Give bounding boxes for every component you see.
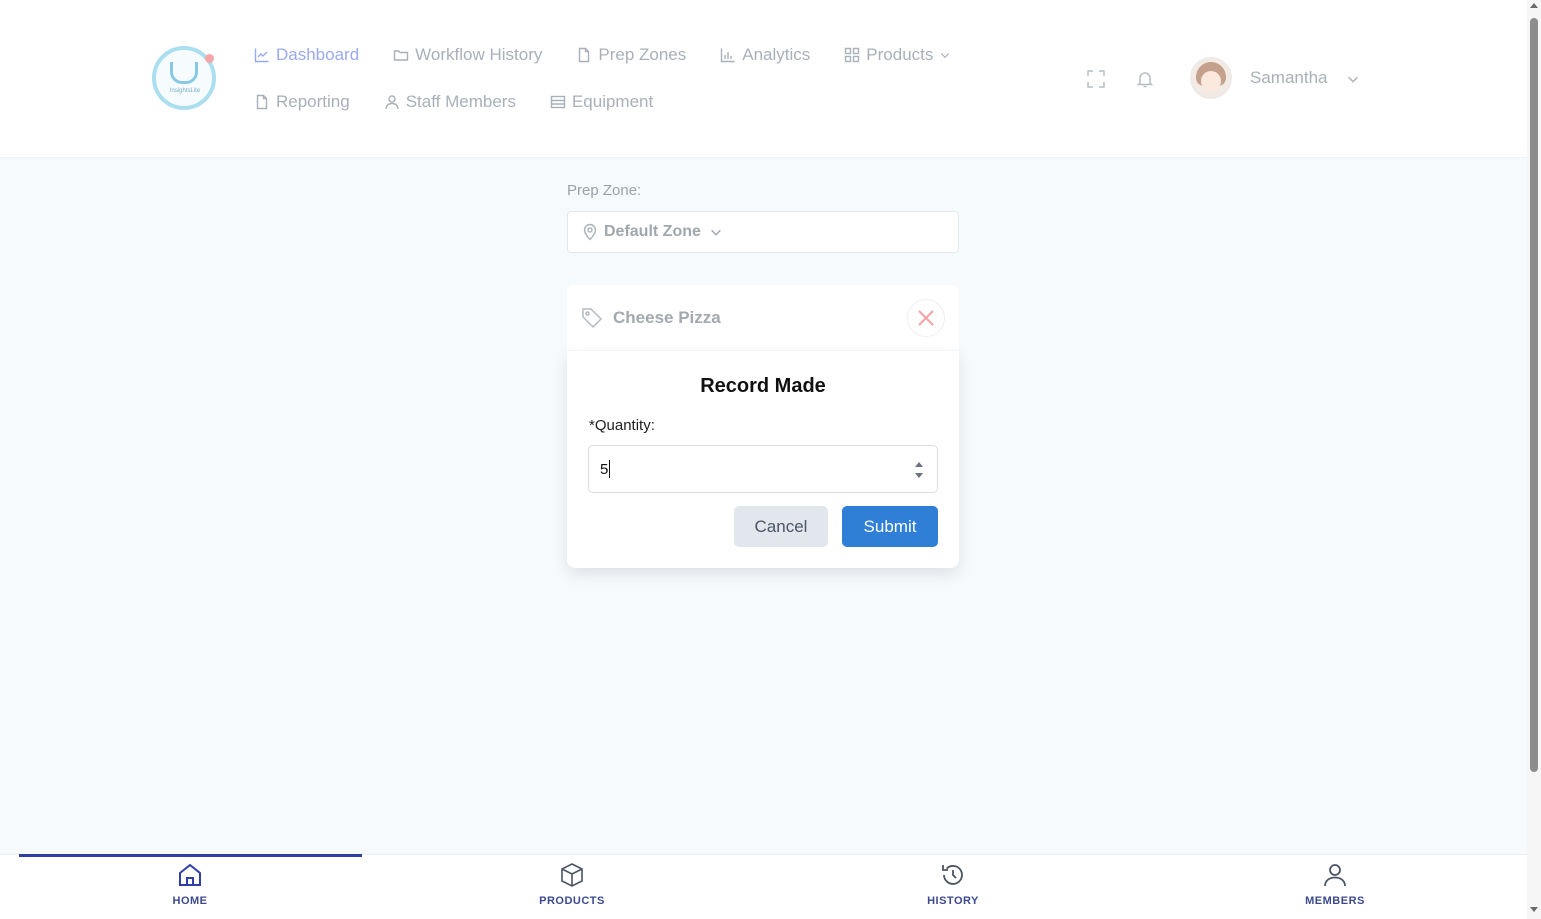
nav-equipment-label: Equipment	[571, 92, 654, 111]
line-chart-icon	[254, 48, 269, 63]
fullscreen-icon[interactable]	[1086, 69, 1106, 89]
quantity-value: 5	[600, 460, 609, 478]
nav-row-1: Dashboard Workflow History Prep Zones An…	[254, 40, 994, 70]
bottom-nav-home[interactable]: HOME	[130, 861, 250, 907]
nav-products[interactable]: Products	[844, 45, 957, 65]
tag-icon	[582, 307, 603, 328]
scroll-up-icon[interactable]	[1530, 3, 1538, 8]
bottom-nav-history[interactable]: HISTORY	[893, 861, 1013, 907]
document-icon	[579, 47, 590, 63]
close-icon	[918, 310, 934, 326]
submit-button[interactable]: Submit	[842, 506, 938, 547]
user-icon	[1324, 864, 1346, 887]
active-tab-indicator	[19, 854, 362, 857]
nav-dashboard-label: Dashboard	[276, 45, 360, 64]
bell-icon[interactable]	[1135, 69, 1155, 89]
bottom-nav-home-label: HOME	[172, 895, 208, 907]
scroll-down-icon[interactable]	[1530, 907, 1538, 912]
scrollbar-thumb[interactable]	[1530, 18, 1538, 772]
avatar[interactable]	[1190, 57, 1232, 99]
list-icon	[550, 95, 566, 109]
prep-zone-select[interactable]: Default Zone	[567, 211, 959, 253]
document-icon	[256, 94, 268, 110]
nav-prep-zones-label: Prep Zones	[598, 45, 687, 64]
cancel-button[interactable]: Cancel	[734, 506, 828, 547]
bottom-nav-products[interactable]: PRODUCTS	[512, 861, 632, 907]
bottom-nav-members-label: MEMBERS	[1305, 895, 1365, 907]
nav-row-2: Reporting Staff Members Equipment	[254, 87, 994, 117]
product-card: Cheese Pizza	[567, 285, 959, 350]
main-nav: Dashboard Workflow History Prep Zones An…	[254, 40, 994, 134]
nav-reporting[interactable]: Reporting	[254, 92, 350, 112]
nav-prep-zones[interactable]: Prep Zones	[576, 45, 686, 65]
record-made-dialog: Record Made *Quantity: 5 Cancel Submit	[567, 351, 959, 568]
bottom-nav: HOME PRODUCTS HISTORY MEMBERS	[0, 854, 1527, 919]
prep-zone-label: Prep Zone:	[567, 182, 642, 199]
location-pin-icon	[583, 223, 597, 241]
nav-reporting-label: Reporting	[276, 92, 350, 111]
avatar-face	[1201, 71, 1221, 91]
history-icon	[942, 865, 963, 885]
app-logo[interactable]: InsightsLite	[152, 46, 216, 110]
nav-equipment[interactable]: Equipment	[550, 92, 653, 112]
text-caret	[609, 460, 611, 478]
chevron-down-icon	[711, 229, 721, 236]
logo-dot	[205, 54, 214, 63]
bottom-nav-members[interactable]: MEMBERS	[1275, 861, 1395, 907]
chevron-down-icon	[941, 53, 950, 59]
chevron-down-icon[interactable]	[1346, 72, 1360, 86]
bar-chart-icon	[721, 48, 735, 63]
bottom-nav-products-label: PRODUCTS	[539, 895, 605, 907]
home-icon	[179, 863, 201, 886]
nav-staff-members-label: Staff Members	[405, 92, 516, 111]
prep-zone-value: Default Zone	[604, 223, 701, 240]
nav-workflow-history-label: Workflow History	[415, 45, 543, 64]
dialog-title: Record Made	[700, 375, 826, 397]
cup-icon	[170, 62, 198, 84]
box-icon	[561, 863, 583, 887]
page-scrollbar[interactable]	[1527, 0, 1541, 919]
top-header: InsightsLite Dashboard Workflow History …	[0, 0, 1527, 158]
folder-icon	[393, 50, 409, 61]
logo-text: InsightsLite	[169, 88, 201, 94]
nav-products-label: Products	[866, 45, 934, 64]
nav-staff-members[interactable]: Staff Members	[384, 92, 516, 112]
nav-analytics[interactable]: Analytics	[720, 45, 810, 65]
nav-workflow-history[interactable]: Workflow History	[393, 45, 542, 65]
grid-icon	[845, 47, 860, 63]
product-name: Cheese Pizza	[613, 307, 721, 327]
quantity-stepper[interactable]	[913, 459, 925, 481]
quantity-label: *Quantity:	[589, 417, 655, 434]
user-name[interactable]: Samantha	[1250, 68, 1328, 88]
nav-dashboard[interactable]: Dashboard	[254, 45, 359, 65]
remove-product-button[interactable]	[907, 299, 945, 337]
bottom-nav-history-label: HISTORY	[927, 895, 979, 907]
nav-analytics-label: Analytics	[742, 45, 811, 64]
quantity-input[interactable]: 5	[588, 445, 938, 493]
user-icon	[385, 95, 399, 110]
